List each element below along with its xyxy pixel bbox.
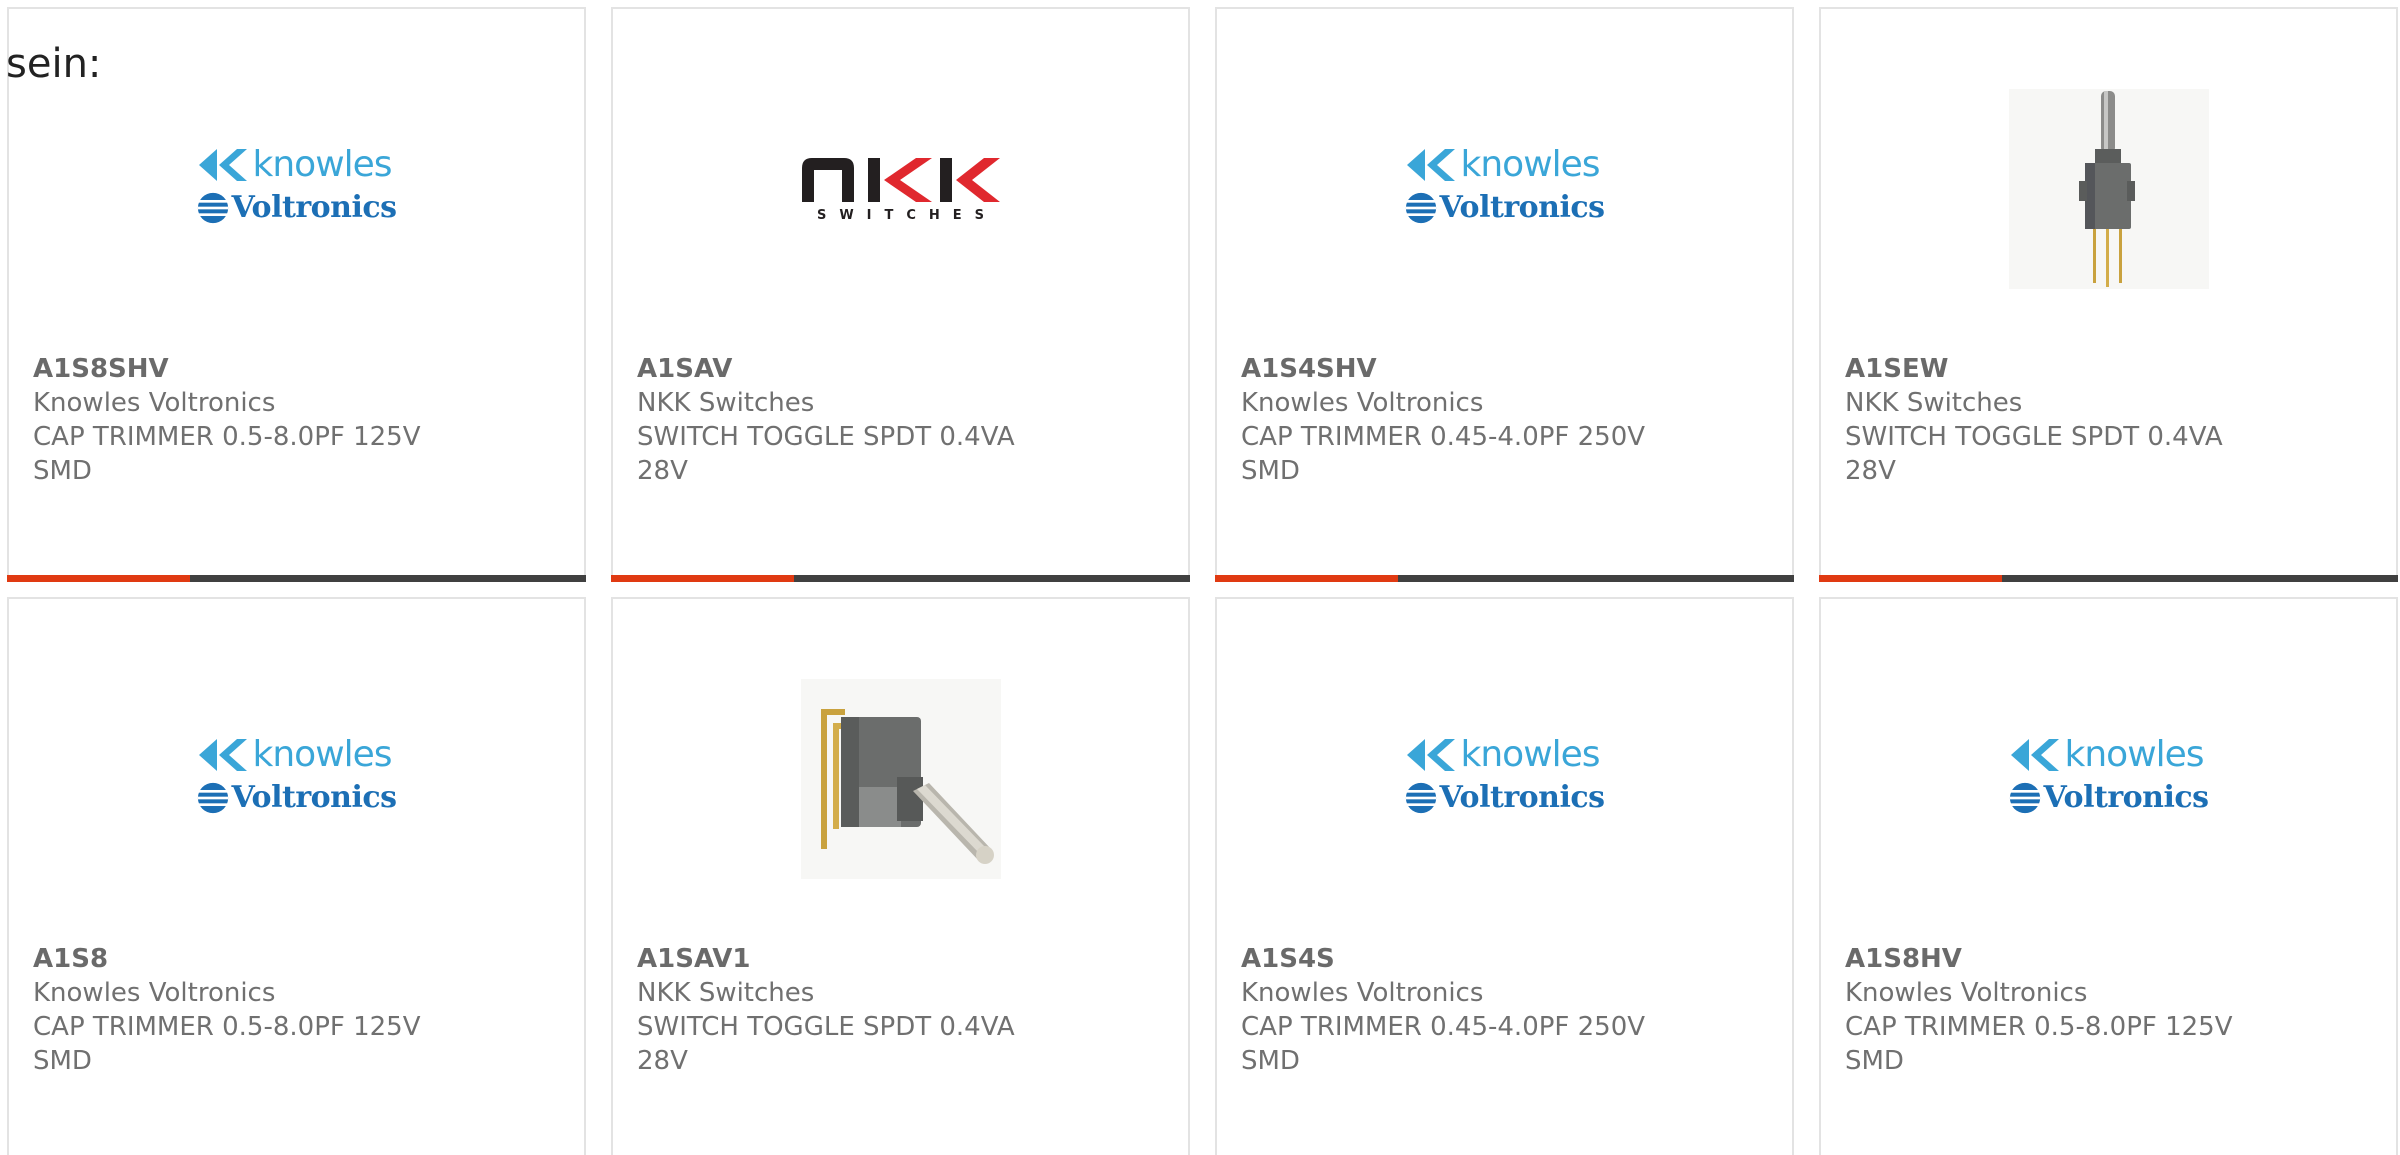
description-line-1: CAP TRIMMER 0.45-4.0PF 250V	[1241, 1012, 1646, 1042]
manufacturer: Knowles Voltronics	[1845, 978, 2088, 1008]
manufacturer: NKK Switches	[637, 978, 815, 1008]
product-info: A1SAV NKK Switches SWITCH TOGGLE SPDT 0.…	[637, 352, 1057, 488]
product-info: A1SAV1 NKK Switches SWITCH TOGGLE SPDT 0…	[637, 942, 1057, 1078]
product-grid: knowles Voltronics A1S8SHV Knowles Voltr…	[7, 7, 2400, 1155]
voltronics-globe-icon	[1405, 782, 1436, 814]
product-info: A1S8HV Knowles Voltronics CAP TRIMMER 0.…	[1845, 942, 2265, 1078]
description-line-1: SWITCH TOGGLE SPDT 0.4VA	[637, 1012, 1015, 1042]
product-info: A1S4S Knowles Voltronics CAP TRIMMER 0.4…	[1241, 942, 1661, 1078]
voltronics-globe-icon	[197, 192, 228, 224]
product-info: A1SEW NKK Switches SWITCH TOGGLE SPDT 0.…	[1845, 352, 2265, 488]
product-image[interactable]: knowles Voltronics	[1217, 79, 1792, 299]
product-image[interactable]	[613, 669, 1188, 889]
knowles-voltronics-logo: knowles Voltronics	[197, 734, 397, 824]
card-accent-bar	[1819, 575, 2002, 582]
product-info: A1S4SHV Knowles Voltronics CAP TRIMMER 0…	[1241, 352, 1661, 488]
knowles-arrow-icon	[1406, 739, 1455, 771]
product-image[interactable]: knowles Voltronics	[9, 79, 584, 299]
card-bottom-bar	[1215, 575, 1794, 582]
part-number[interactable]: A1S4SHV	[1241, 352, 1661, 386]
description-line-1: CAP TRIMMER 0.5-8.0PF 125V	[1845, 1012, 2233, 1042]
product-image[interactable]	[1821, 79, 2396, 299]
product-card[interactable]: knowles Voltronics A1S8SHV Knowles Voltr…	[7, 7, 586, 582]
voltronics-globe-icon	[197, 782, 228, 814]
product-image[interactable]: knowles Voltronics	[1821, 669, 2396, 889]
manufacturer: Knowles Voltronics	[1241, 978, 1484, 1008]
product-card[interactable]: knowles Voltronics A1S4SHV Knowles Voltr…	[1215, 7, 1794, 582]
part-number[interactable]: A1S8	[33, 942, 453, 976]
card-bottom-bar	[7, 575, 586, 582]
description-line-1: SWITCH TOGGLE SPDT 0.4VA	[637, 422, 1015, 452]
intro-text: sein:	[6, 41, 102, 87]
knowles-arrow-icon	[2010, 739, 2059, 771]
manufacturer: NKK Switches	[1845, 388, 2023, 418]
product-card[interactable]: SWITCHES A1SAV NKK Switches SWITCH TOGGL…	[611, 7, 1190, 582]
product-info: A1S8SHV Knowles Voltronics CAP TRIMMER 0…	[33, 352, 453, 488]
knowles-voltronics-logo: knowles Voltronics	[1405, 144, 1605, 234]
card-accent-bar	[1215, 575, 1398, 582]
description-line-2: SMD	[1241, 1046, 1300, 1076]
nkk-switches-logo: SWITCHES	[798, 154, 1003, 224]
part-number[interactable]: A1SAV1	[637, 942, 1057, 976]
vertical-toggle-switch-photo	[2008, 89, 2209, 289]
part-number[interactable]: A1S8SHV	[33, 352, 453, 386]
knowles-voltronics-logo: knowles Voltronics	[197, 144, 397, 234]
card-bottom-bar	[1819, 575, 2398, 582]
part-number[interactable]: A1S8HV	[1845, 942, 2265, 976]
product-card[interactable]: knowles Voltronics A1S8HV Knowles Voltro…	[1819, 597, 2398, 1155]
nkk-letters-icon	[802, 158, 1000, 202]
right-angle-toggle-switch-photo	[800, 679, 1001, 879]
manufacturer: Knowles Voltronics	[33, 978, 276, 1008]
product-info: A1S8 Knowles Voltronics CAP TRIMMER 0.5-…	[33, 942, 453, 1078]
description-line-1: CAP TRIMMER 0.5-8.0PF 125V	[33, 422, 421, 452]
product-image[interactable]: knowles Voltronics	[9, 669, 584, 889]
description-line-1: CAP TRIMMER 0.45-4.0PF 250V	[1241, 422, 1646, 452]
description-line-1: CAP TRIMMER 0.5-8.0PF 125V	[33, 1012, 421, 1042]
part-number[interactable]: A1S4S	[1241, 942, 1661, 976]
product-card[interactable]: A1SAV1 NKK Switches SWITCH TOGGLE SPDT 0…	[611, 597, 1190, 1155]
description-line-2: 28V	[637, 456, 688, 486]
manufacturer: Knowles Voltronics	[1241, 388, 1484, 418]
card-bottom-bar	[611, 575, 1190, 582]
description-line-2: SMD	[33, 456, 92, 486]
manufacturer: Knowles Voltronics	[33, 388, 276, 418]
description-line-2: SMD	[1845, 1046, 1904, 1076]
manufacturer: NKK Switches	[637, 388, 815, 418]
description-line-2: SMD	[1241, 456, 1300, 486]
knowles-voltronics-logo: knowles Voltronics	[2009, 734, 2209, 824]
product-image[interactable]: SWITCHES	[613, 79, 1188, 299]
description-line-1: SWITCH TOGGLE SPDT 0.4VA	[1845, 422, 2223, 452]
product-card[interactable]: knowles Voltronics A1S8 Knowles Voltroni…	[7, 597, 586, 1155]
description-line-2: 28V	[1845, 456, 1896, 486]
knowles-arrow-icon	[1406, 149, 1455, 181]
voltronics-globe-icon	[1405, 192, 1436, 224]
product-card[interactable]: knowles Voltronics A1S4S Knowles Voltron…	[1215, 597, 1794, 1155]
card-accent-bar	[611, 575, 794, 582]
part-number[interactable]: A1SAV	[637, 352, 1057, 386]
product-image[interactable]: knowles Voltronics	[1217, 669, 1792, 889]
product-card[interactable]: A1SEW NKK Switches SWITCH TOGGLE SPDT 0.…	[1819, 7, 2398, 582]
knowles-arrow-icon	[198, 739, 247, 771]
knowles-voltronics-logo: knowles Voltronics	[1405, 734, 1605, 824]
voltronics-globe-icon	[2009, 782, 2040, 814]
card-accent-bar	[7, 575, 190, 582]
description-line-2: SMD	[33, 1046, 92, 1076]
description-line-2: 28V	[637, 1046, 688, 1076]
knowles-arrow-icon	[198, 149, 247, 181]
part-number[interactable]: A1SEW	[1845, 352, 2265, 386]
